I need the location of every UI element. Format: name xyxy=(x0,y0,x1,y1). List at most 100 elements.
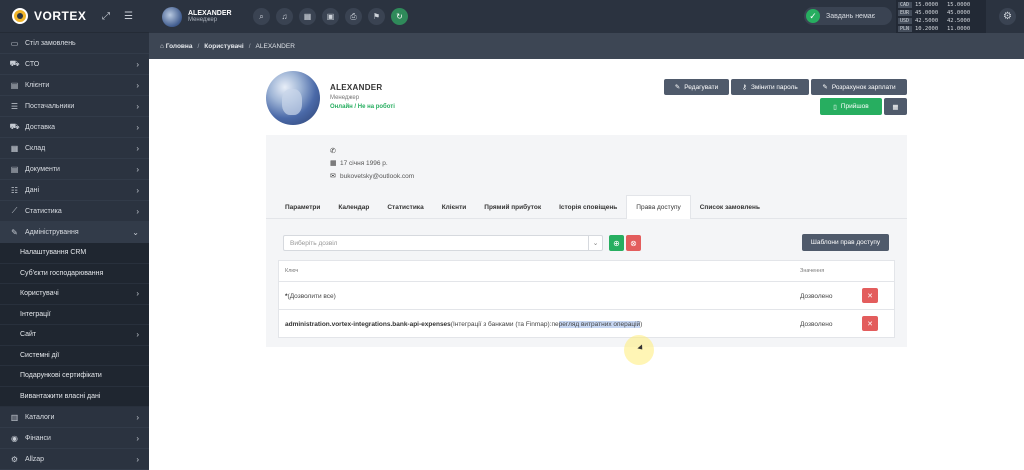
sidebar-item-label: Постачальники xyxy=(25,102,75,110)
sidebar-item-label: Фінанси xyxy=(25,434,51,442)
permission-value: Дозволено xyxy=(800,320,833,328)
topbar: ALEXANDER Менеджер ⌕ ♫ ▦ ▣ ⎙ ⚑ ↻ ✓ Завда… xyxy=(149,0,1024,33)
tab-5[interactable]: Історія сповіщень xyxy=(550,195,626,219)
task-status-badge[interactable]: ✓ Завдань немає xyxy=(804,7,892,25)
tab-7[interactable]: Список замовлень xyxy=(691,195,769,219)
sidebar-item[interactable]: ▤ Клієнти › xyxy=(0,75,149,96)
phone-icon: ✆ xyxy=(330,148,336,155)
vortex-logo-icon xyxy=(12,8,28,24)
sidebar-item-label: СТО xyxy=(25,60,40,68)
currency-rate-row: USD 42.5000 42.5000 xyxy=(898,17,984,25)
change-password-button[interactable]: ⚷ Змінити пароль xyxy=(731,79,809,95)
brand-name: VORTEX xyxy=(34,9,87,23)
salary-button[interactable]: ✎ Розрахунок зарплати xyxy=(811,79,907,95)
sidebar-item[interactable]: ☷ Дані › xyxy=(0,180,149,201)
menu-icon[interactable]: ☰ xyxy=(124,11,133,22)
sidebar: VORTEX ⤢ ☰ ▭ Стіл замовлень ⛟ СТО › ▤ Клієнти ›… xyxy=(0,0,149,470)
finance-icon: ◉ xyxy=(11,433,18,443)
sidebar-item-label: Користувачі xyxy=(20,290,59,298)
sidebar-item[interactable]: Суб'єкти господарювання xyxy=(0,263,149,284)
sidebar-item[interactable]: Вивантажити власні дані xyxy=(0,386,149,407)
task-status-text: Завдань немає xyxy=(826,12,876,20)
chevron-right-icon: › xyxy=(136,330,139,340)
salary-icon: ✎ xyxy=(822,84,828,91)
sidebar-item[interactable]: Сайт › xyxy=(0,325,149,346)
car-icon: ⛟ xyxy=(9,59,20,68)
chevron-right-icon: › xyxy=(136,122,139,132)
profile-status: Онлайн / Не на роботі xyxy=(330,104,395,110)
sidebar-item[interactable]: ▭ Стіл замовлень xyxy=(0,33,149,54)
checkin-button[interactable]: ▯ Прийшов xyxy=(820,98,882,115)
access-templates-button[interactable]: Шаблони прав доступу xyxy=(802,234,889,251)
bell-icon[interactable]: ♫ xyxy=(276,8,293,25)
calculator-icon[interactable]: ▦ xyxy=(299,8,316,25)
edit-button[interactable]: ✎ Редагувати xyxy=(664,79,729,95)
email-text: bukovetsky@outlook.com xyxy=(340,172,415,180)
sidebar-item[interactable]: ⟋ Статистика › xyxy=(0,201,149,222)
column-header-value: Значення xyxy=(800,268,825,274)
settings-icon[interactable]: ⚙ xyxy=(999,8,1016,25)
sidebar-item[interactable]: ⚙ Allzap › xyxy=(0,449,149,470)
delete-row-button[interactable]: ✕ xyxy=(862,316,878,331)
permission-select[interactable]: Виберіть дозвіл ⌄ xyxy=(283,235,603,251)
birthday-text: 17 січня 1996 р. xyxy=(340,159,388,167)
currency-code: CAD xyxy=(898,2,912,8)
sidebar-item-label: Вивантажити власні дані xyxy=(20,392,101,400)
currency-rate-row: PLN 10.2000 11.0000 xyxy=(898,25,984,33)
sidebar-item[interactable]: Подарункові сертифікати xyxy=(0,366,149,387)
permission-desc: (Інтеграції з банками (та Finmap): xyxy=(450,320,552,328)
refresh-icon[interactable]: ↻ xyxy=(391,8,408,25)
search-icon[interactable]: ⌕ xyxy=(253,8,270,25)
permission-select-placeholder: Виберіть дозвіл xyxy=(290,239,338,247)
sidebar-item[interactable]: Налаштування CRM xyxy=(0,243,149,264)
sidebar-item[interactable]: Системні дії xyxy=(0,345,149,366)
permission-desc-pre: пе xyxy=(551,320,559,328)
tab-0[interactable]: Параметри xyxy=(276,195,329,219)
tab-6[interactable]: Права доступу xyxy=(626,195,691,219)
delete-row-button[interactable]: ✕ xyxy=(862,288,878,303)
breadcrumb: ⌂ Головна / Користувачі / ALEXANDER xyxy=(149,33,1024,59)
breadcrumb-section[interactable]: Користувачі xyxy=(204,43,243,50)
sidebar-item[interactable]: ▦ Склад › xyxy=(0,138,149,159)
avatar[interactable] xyxy=(162,6,182,27)
documents-icon: ▤ xyxy=(10,164,19,174)
grid-button[interactable]: ▦ xyxy=(884,98,907,115)
sidebar-item[interactable]: ☰ Постачальники › xyxy=(0,96,149,117)
edit-button-label: Редагувати xyxy=(684,83,719,91)
sidebar-item[interactable]: ▤ Документи › xyxy=(0,159,149,180)
sidebar-item-label: Доставка xyxy=(25,123,56,131)
currency-value: 42.5000 xyxy=(915,18,939,24)
chart-icon: ⟋ xyxy=(11,206,18,215)
permission-key: administration.vortex-integrations.bank-… xyxy=(285,320,451,328)
sidebar-item[interactable]: Інтеграції xyxy=(0,304,149,325)
check-icon: ✓ xyxy=(806,9,820,23)
sidebar-item[interactable]: ◉ Фінанси › xyxy=(0,428,149,449)
breadcrumb-current: ALEXANDER xyxy=(255,42,295,50)
sidebar-item[interactable]: ⛟ Доставка › xyxy=(0,117,149,138)
tab-2[interactable]: Статистика xyxy=(378,195,432,219)
tab-1[interactable]: Календар xyxy=(329,195,378,219)
breadcrumb-home[interactable]: Головна xyxy=(166,43,193,50)
chevron-down-icon[interactable]: ⌄ xyxy=(588,236,602,250)
currency-code: EUR xyxy=(898,10,912,16)
remove-permission-button[interactable]: ⊗ xyxy=(626,235,641,251)
sidebar-item[interactable]: ✎ Адміністрування ⌄ xyxy=(0,222,149,243)
profile-info-panel: ✆ ▦ 17 січня 1996 р. ✉ bukovetsky@outloo… xyxy=(266,135,907,195)
sidebar-item-label: Адміністрування xyxy=(25,228,79,236)
print-icon[interactable]: ⎙ xyxy=(345,8,362,25)
briefcase-icon[interactable]: ▣ xyxy=(322,8,339,25)
tab-4[interactable]: Прямий прибуток xyxy=(475,195,550,219)
allzap-icon: ⚙ xyxy=(10,454,19,464)
checkin-label: Прийшов xyxy=(840,103,869,110)
sidebar-item[interactable]: Користувачі › xyxy=(0,284,149,305)
sidebar-item-label: Каталоги xyxy=(25,413,55,421)
sidebar-item[interactable]: ⛟ СТО › xyxy=(0,54,149,75)
user-menu[interactable]: ALEXANDER Менеджер xyxy=(149,6,249,27)
expand-icon[interactable]: ⤢ xyxy=(102,11,110,22)
sidebar-item[interactable]: ▥ Каталоги › xyxy=(0,407,149,428)
main-content: ALEXANDER Менеджер Онлайн / Не на роботі… xyxy=(149,59,1024,470)
add-permission-button[interactable]: ⊕ xyxy=(609,235,624,251)
tab-3[interactable]: Клієнти xyxy=(433,195,476,219)
sidebar-item-label: Сайт xyxy=(20,331,37,339)
bookmark-icon[interactable]: ⚑ xyxy=(368,8,385,25)
